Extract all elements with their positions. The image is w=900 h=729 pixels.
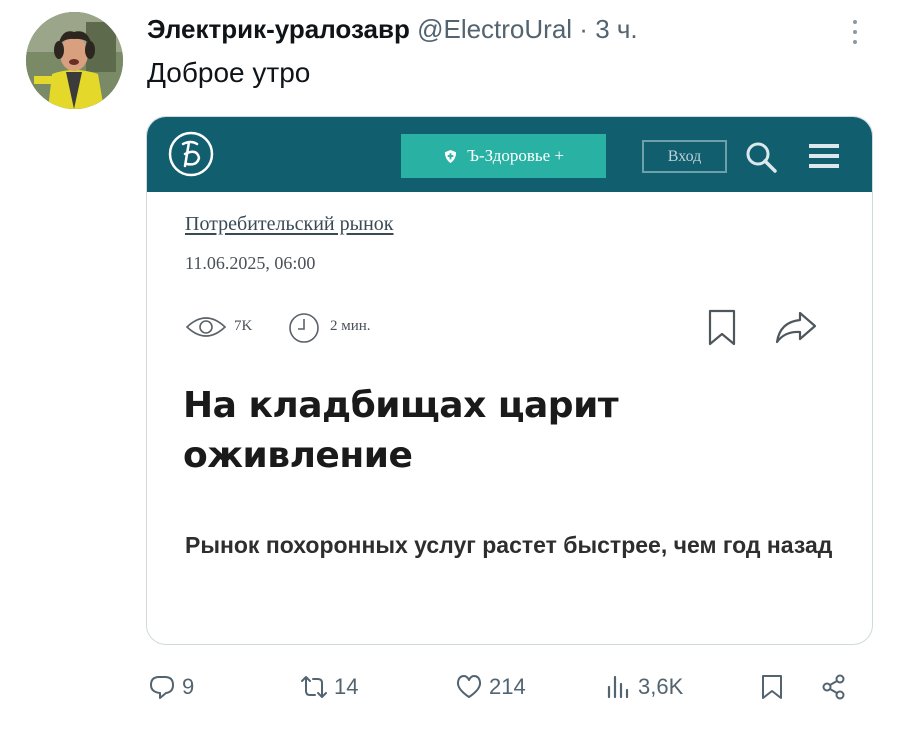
post-time[interactable]: 3 ч. — [595, 14, 637, 44]
more-icon[interactable] — [843, 14, 867, 50]
author-handle[interactable]: @ElectroUral — [417, 14, 572, 44]
bookmark-button[interactable] — [758, 664, 786, 710]
separator-dot: · — [579, 14, 588, 44]
share-icon[interactable] — [774, 309, 818, 345]
site-header: Ъ-Здоровье + Вход — [147, 117, 872, 192]
health-button[interactable]: Ъ-Здоровье + — [401, 134, 606, 178]
like-button[interactable]: 214 — [455, 664, 526, 710]
reply-count: 9 — [182, 674, 195, 699]
reply-icon — [150, 676, 174, 699]
login-button[interactable]: Вход — [642, 140, 727, 173]
like-icon — [456, 675, 482, 698]
shield-icon — [444, 149, 457, 163]
repost-icon — [301, 676, 327, 698]
search-icon[interactable] — [744, 140, 778, 174]
author-name[interactable]: Электрик-уралозавр — [147, 14, 410, 44]
views-button[interactable]: 3,6K — [604, 664, 683, 710]
share-icon — [822, 674, 845, 700]
login-button-label: Вход — [667, 147, 702, 165]
article-headline: На кладбищах царит оживление — [183, 385, 619, 476]
repost-button[interactable]: 14 — [300, 664, 358, 710]
article-date: 11.06.2025, 06:00 — [185, 253, 316, 273]
health-button-label: Ъ-Здоровье + — [466, 146, 565, 165]
menu-icon[interactable] — [807, 141, 841, 171]
tweet-actions: 9 14 214 3,6K — [0, 664, 900, 710]
repost-count: 14 — [334, 674, 359, 699]
logo-icon[interactable] — [167, 130, 215, 178]
views-count: 3,6K — [638, 674, 684, 699]
reply-button[interactable]: 9 — [148, 664, 194, 710]
rubric-link[interactable]: Потребительский рынок — [185, 213, 394, 236]
share-button[interactable] — [820, 664, 848, 710]
read-time: 2 мин. — [330, 318, 371, 334]
attached-image[interactable]: Ъ-Здоровье + Вход Потребительский рынок … — [146, 116, 873, 645]
bookmark-icon[interactable] — [707, 309, 737, 347]
tweet-header: Электрик-уралозавр @ElectroUral · 3 ч. — [147, 14, 847, 48]
avatar-image — [26, 12, 123, 109]
article-views: 7K — [234, 318, 253, 334]
views-icon — [607, 675, 629, 699]
like-count: 214 — [489, 674, 526, 699]
bookmark-icon — [762, 675, 782, 699]
tweet-text: Доброе утро — [147, 57, 311, 88]
article-lead: Рынок похоронных услуг растет быстрее, ч… — [185, 532, 833, 558]
clock-icon — [289, 313, 319, 343]
avatar[interactable] — [26, 12, 123, 109]
eye-icon — [185, 317, 227, 337]
